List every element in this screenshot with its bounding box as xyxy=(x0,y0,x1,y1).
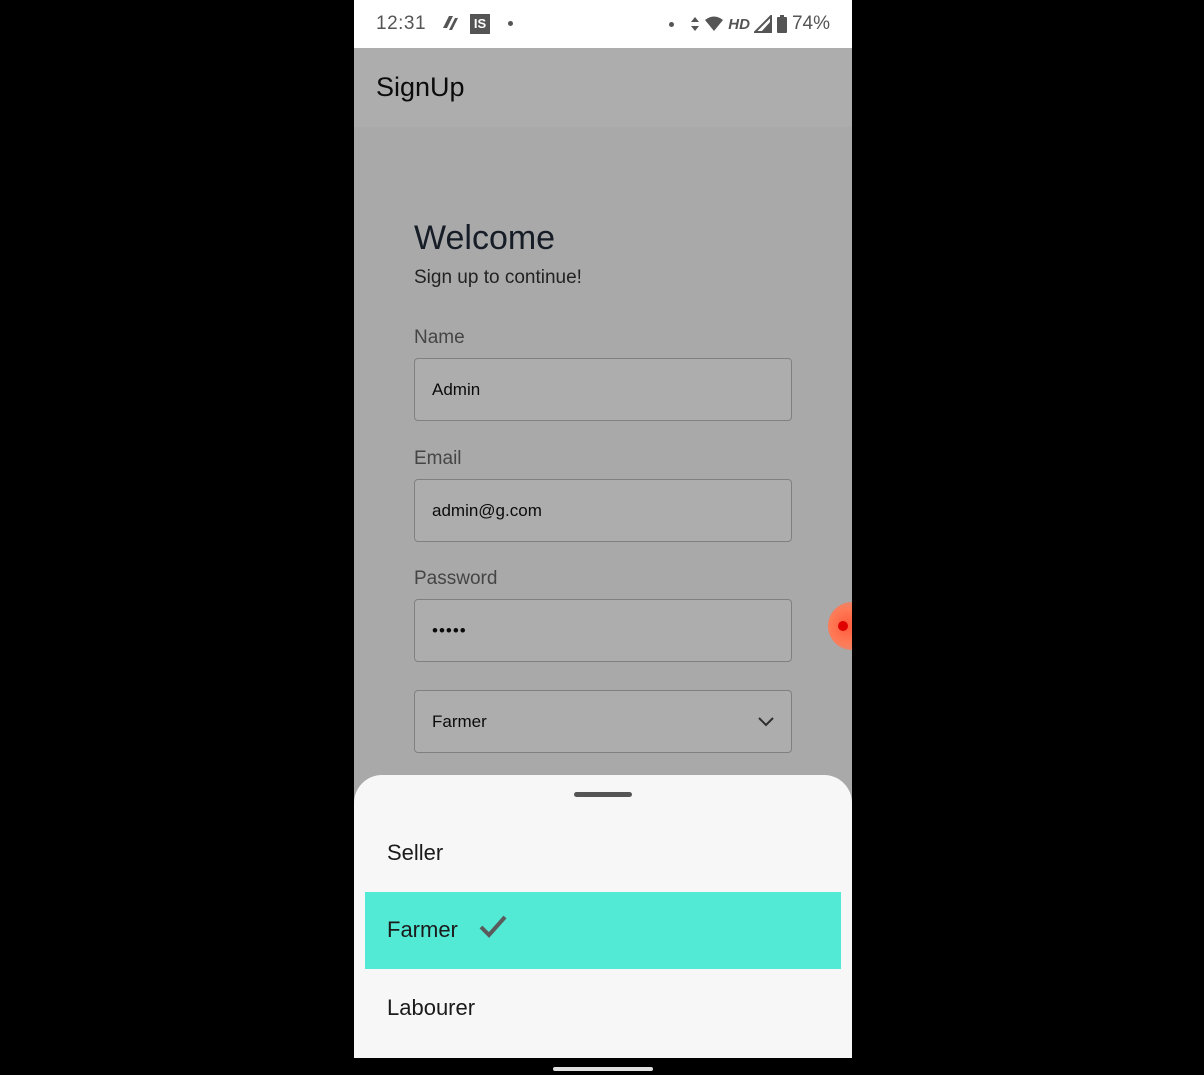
signal-sync-icon xyxy=(691,17,700,31)
phone-screen: SignUp Welcome Sign up to continue! Name… xyxy=(354,0,852,1058)
battery-percent: 74% xyxy=(791,13,830,34)
status-time: 12:31 xyxy=(376,13,427,34)
role-select[interactable]: Farmer xyxy=(414,690,792,753)
notification-app-icon xyxy=(443,16,458,30)
welcome-heading: Welcome xyxy=(414,219,556,257)
wifi-icon xyxy=(705,16,724,31)
record-dot-icon xyxy=(838,621,848,631)
sheet-drag-handle[interactable] xyxy=(574,792,632,797)
checkmark-icon xyxy=(479,915,507,938)
option-farmer[interactable]: Farmer xyxy=(365,892,841,969)
option-label: Farmer xyxy=(387,917,458,942)
option-label: Seller xyxy=(387,840,444,865)
password-label: Password xyxy=(414,568,498,589)
network-type: HD xyxy=(728,15,750,33)
chevron-down-icon xyxy=(758,717,774,727)
system-nav-handle[interactable] xyxy=(553,1067,653,1071)
option-labourer[interactable]: Labourer xyxy=(365,970,841,1047)
role-select-value: Farmer xyxy=(432,712,487,731)
page-title: SignUp xyxy=(376,72,465,102)
option-seller[interactable]: Seller xyxy=(365,815,841,892)
welcome-subheading: Sign up to continue! xyxy=(414,267,582,288)
email-label: Email xyxy=(414,448,462,469)
email-field[interactable]: admin@g.com xyxy=(414,479,792,542)
app-bar: SignUp xyxy=(354,48,852,127)
name-field[interactable]: Admin xyxy=(414,358,792,421)
cell-signal-icon xyxy=(753,15,772,33)
status-bar: 12:31 IS HD 74% xyxy=(354,0,852,48)
notification-dot-icon xyxy=(508,21,513,26)
role-bottom-sheet: Seller Farmer Labourer xyxy=(354,775,852,1058)
name-label: Name xyxy=(414,327,465,348)
battery-icon xyxy=(776,15,787,33)
status-right-group: HD 74% xyxy=(669,13,830,35)
option-label: Labourer xyxy=(387,995,476,1020)
status-dot-icon xyxy=(669,21,675,27)
notification-is-icon: IS xyxy=(470,14,490,34)
password-field[interactable]: ••••• xyxy=(414,599,792,662)
